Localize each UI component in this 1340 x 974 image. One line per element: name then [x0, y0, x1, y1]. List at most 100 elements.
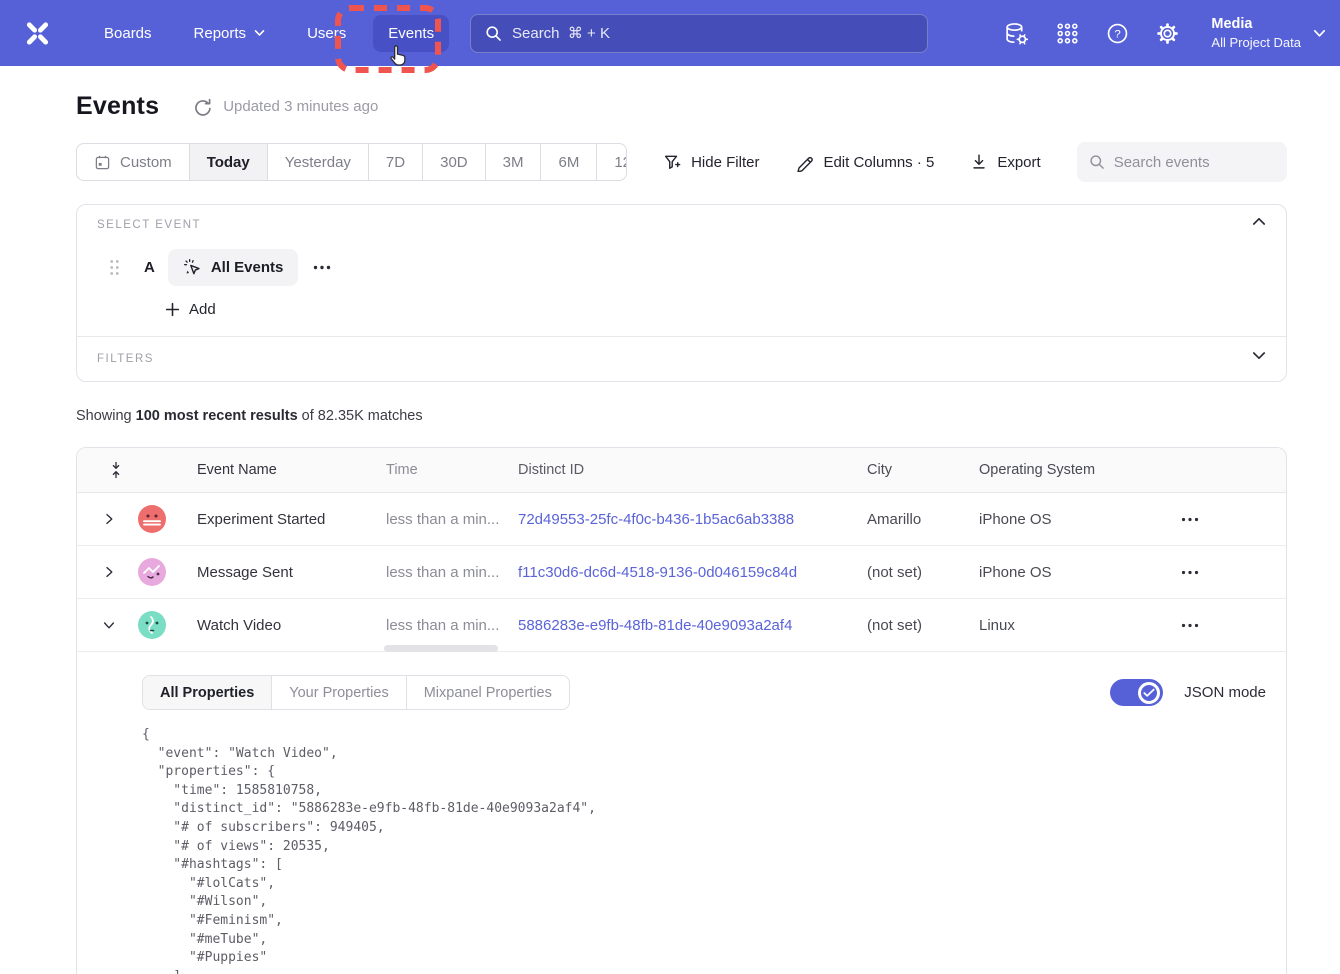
table-row-expanded: Watch Video less than a min... 5886283e-…: [77, 599, 1286, 652]
event-query-row: A: [97, 249, 1266, 286]
nav-item-label: Boards: [104, 25, 152, 42]
add-event-button[interactable]: Add: [165, 301, 216, 318]
nav-item-label: Users: [307, 25, 346, 42]
time-cell: less than a min...: [386, 511, 518, 528]
refresh-icon[interactable]: [193, 97, 213, 117]
table-row: Message Sent less than a min... f11c30d6…: [77, 546, 1286, 599]
nav-item-events[interactable]: Events: [373, 15, 449, 52]
row-more-menu[interactable]: [1181, 623, 1199, 628]
date-option-label: 30D: [440, 154, 468, 171]
project-switcher[interactable]: Media All Project Data: [1211, 15, 1326, 51]
export-button[interactable]: Export: [970, 153, 1040, 171]
toolbar: Custom Today Yesterday 7D 30D 3M 6M 12M: [76, 142, 1287, 182]
download-icon: [970, 153, 988, 171]
column-header-os[interactable]: Operating System: [979, 462, 1157, 478]
distinct-id-link[interactable]: f11c30d6-dc6d-4518-9136-0d046159c84d: [518, 564, 797, 581]
date-option-30d[interactable]: 30D: [422, 144, 485, 180]
global-search: [470, 14, 928, 53]
date-option-12m[interactable]: 12M: [596, 144, 627, 180]
events-search: [1077, 142, 1287, 182]
collapse-row-chevron-down-icon[interactable]: [101, 617, 121, 633]
check-icon: [1143, 688, 1155, 698]
column-header-time[interactable]: Time: [386, 462, 518, 478]
project-name: Media: [1211, 15, 1301, 34]
filters-section: FILTERS: [77, 336, 1286, 381]
edit-columns-button[interactable]: Edit Columns · 5: [795, 153, 934, 172]
city-cell: (not set): [867, 564, 979, 581]
expand-row-chevron-right-icon[interactable]: [101, 564, 121, 580]
event-name-cell: Watch Video: [197, 617, 386, 634]
property-tabs: All Properties Your Properties Mixpanel …: [142, 675, 570, 710]
select-event-label: SELECT EVENT: [97, 219, 1266, 231]
column-header-distinct-id[interactable]: Distinct ID: [518, 462, 867, 478]
event-row-letter: A: [144, 259, 155, 276]
settings-gear-icon[interactable]: [1155, 21, 1180, 46]
plus-icon: [165, 302, 180, 317]
date-option-label: 7D: [386, 154, 405, 171]
tab-label: All Properties: [160, 685, 254, 701]
nav-item-users[interactable]: Users: [292, 15, 361, 52]
city-cell: (not set): [867, 617, 979, 634]
add-event-label: Add: [189, 301, 216, 318]
data-management-icon[interactable]: [1003, 20, 1030, 47]
tab-label: Your Properties: [289, 685, 388, 701]
events-search-input[interactable]: [1114, 154, 1275, 171]
os-cell: Linux: [979, 617, 1157, 634]
pencil-icon: [795, 153, 814, 172]
all-events-chip[interactable]: All Events: [168, 249, 299, 286]
time-cell: less than a min...: [386, 617, 518, 634]
event-more-menu[interactable]: [313, 265, 331, 270]
drag-handle-icon[interactable]: [109, 259, 120, 276]
date-option-yesterday[interactable]: Yesterday: [267, 144, 368, 180]
distinct-id-link[interactable]: 5886283e-e9fb-48fb-81de-40e9093a2af4: [518, 617, 792, 634]
row-more-menu[interactable]: [1181, 570, 1199, 575]
nav-item-label: Events: [388, 25, 434, 42]
collapse-section-chevron-up-icon[interactable]: [1252, 217, 1266, 226]
hide-filter-button[interactable]: Hide Filter: [663, 153, 759, 172]
nav-item-reports[interactable]: Reports: [179, 15, 281, 52]
global-search-input[interactable]: [512, 25, 913, 42]
mixpanel-logo-icon[interactable]: [24, 20, 51, 47]
expand-row-chevron-right-icon[interactable]: [101, 511, 121, 527]
chevron-down-icon: [1313, 29, 1326, 38]
date-option-7d[interactable]: 7D: [368, 144, 422, 180]
export-label: Export: [997, 154, 1040, 171]
json-mode-toggle[interactable]: [1110, 679, 1163, 706]
date-option-custom[interactable]: Custom: [77, 144, 189, 180]
main-content: Events Updated 3 minutes ago: [0, 66, 1287, 974]
event-avatar: [138, 611, 166, 639]
apps-grid-icon[interactable]: [1055, 21, 1080, 46]
row-more-menu[interactable]: [1181, 517, 1199, 522]
date-option-3m[interactable]: 3M: [485, 144, 541, 180]
select-event-section: SELECT EVENT A: [77, 205, 1286, 336]
calendar-icon: [94, 154, 111, 171]
hide-filter-label: Hide Filter: [691, 154, 759, 171]
column-header-city[interactable]: City: [867, 462, 979, 478]
time-cell: less than a min...: [386, 564, 518, 581]
collapse-rows-icon[interactable]: [109, 460, 123, 480]
funnel-icon: [663, 153, 682, 172]
tab-all-properties[interactable]: All Properties: [143, 676, 271, 709]
tab-mixpanel-properties[interactable]: Mixpanel Properties: [406, 676, 569, 709]
distinct-id-link[interactable]: 72d49553-25fc-4f0c-b436-1b5ac6ab3388: [518, 511, 794, 528]
date-option-6m[interactable]: 6M: [540, 144, 596, 180]
page-title: Events: [76, 92, 159, 121]
column-header-event-name[interactable]: Event Name: [197, 462, 386, 478]
help-icon[interactable]: ?: [1105, 21, 1130, 46]
table-header-row: Event Name Time Distinct ID City Operati…: [77, 448, 1286, 493]
date-option-label: Today: [207, 154, 250, 171]
json-mode-label: JSON mode: [1184, 684, 1266, 701]
nav-item-boards[interactable]: Boards: [89, 15, 167, 52]
query-builder-card: SELECT EVENT A: [76, 204, 1287, 382]
tab-label: Mixpanel Properties: [424, 685, 552, 701]
event-json-content: { "event": "Watch Video", "properties": …: [142, 726, 1266, 974]
expand-filters-chevron-down-icon[interactable]: [1252, 351, 1266, 360]
date-option-label: Custom: [120, 154, 172, 171]
event-name-cell: Experiment Started: [197, 511, 386, 528]
date-option-label: 6M: [558, 154, 579, 171]
date-option-today[interactable]: Today: [189, 144, 267, 180]
date-option-label: Yesterday: [285, 154, 351, 171]
results-suffix: of 82.35K matches: [298, 408, 423, 424]
horizontal-scrollbar[interactable]: [384, 645, 498, 652]
tab-your-properties[interactable]: Your Properties: [271, 676, 405, 709]
